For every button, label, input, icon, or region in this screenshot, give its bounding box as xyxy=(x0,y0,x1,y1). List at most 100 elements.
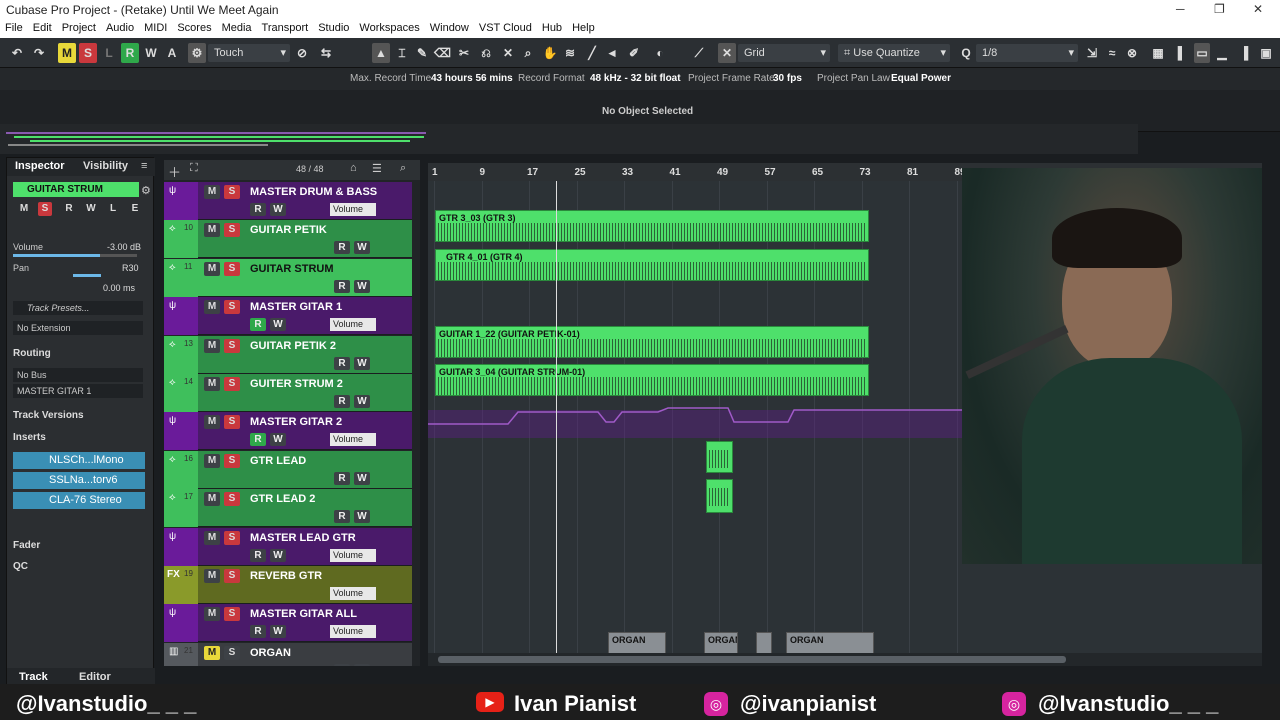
write-button[interactable]: W xyxy=(354,471,370,485)
snap-toggle-icon[interactable]: ⟋ xyxy=(690,43,708,63)
maximize-icon[interactable]: ❐ xyxy=(1214,2,1225,16)
lower-zone-icon[interactable]: ▁ xyxy=(1214,43,1230,63)
automation-parameter-field[interactable]: Volume xyxy=(330,318,376,332)
qc-section[interactable]: QC xyxy=(13,561,149,577)
read-button[interactable]: R xyxy=(334,471,350,485)
solo-button[interactable]: S xyxy=(224,338,240,353)
track-name[interactable]: GUITAR STRUM xyxy=(250,263,334,275)
edit-channel-icon[interactable]: ⚙ xyxy=(141,184,151,197)
solo-button[interactable]: S xyxy=(224,377,240,391)
menu-workspaces[interactable]: Workspaces xyxy=(354,20,424,38)
solo-button[interactable]: S xyxy=(224,607,240,622)
automation-parameter-field[interactable]: Volume xyxy=(330,548,376,562)
menu-project[interactable]: Project xyxy=(57,20,101,38)
menu-studio[interactable]: Studio xyxy=(313,20,354,38)
menu-vst-cloud[interactable]: VST Cloud xyxy=(474,20,537,38)
write-button[interactable]: W xyxy=(354,241,370,255)
mute-button[interactable]: M xyxy=(204,261,220,276)
inserts-section[interactable]: Inserts xyxy=(13,432,149,448)
mute-button[interactable]: M xyxy=(204,415,220,430)
automation-parameter-field[interactable]: Volume xyxy=(330,433,376,447)
range-tool-icon[interactable]: ⌶ xyxy=(394,43,410,63)
scrollbar-thumb[interactable] xyxy=(438,656,1066,663)
audio-clip[interactable]: GUITAR 1_22 (GUITAR PETIK-01) xyxy=(435,326,869,358)
write-button[interactable]: W xyxy=(354,395,370,408)
track-row[interactable]: ψ M S MASTER GITAR 1 R W Volume xyxy=(164,297,412,336)
read-button[interactable]: R xyxy=(334,663,350,666)
mute-button[interactable]: M xyxy=(204,569,220,583)
object-select-tool-icon[interactable]: ▲ xyxy=(372,43,390,63)
track-name[interactable]: GTR LEAD xyxy=(250,455,306,467)
track-row[interactable]: ψ M S MASTER GITAR 2 R W Volume xyxy=(164,412,412,451)
draw-tool-icon[interactable]: ✎ xyxy=(414,43,430,63)
menu-edit[interactable]: Edit xyxy=(28,20,57,38)
track-row[interactable]: 10 ⟡ M S GUITAR PETIK R W xyxy=(164,220,412,259)
audio-clip[interactable]: GUITAR 3_04 (GUITAR STRUM-01) xyxy=(435,364,869,396)
snap-type-select[interactable]: Grid ▾ xyxy=(738,44,830,62)
project-overview[interactable] xyxy=(0,124,1138,154)
automation-parameter-field[interactable]: Volume xyxy=(330,587,376,600)
volume-value[interactable]: -3.00 dB xyxy=(107,242,141,252)
inspector-zone-icon[interactable]: ▭ xyxy=(1194,43,1210,63)
color-tool-icon[interactable]: ✐ xyxy=(626,43,642,63)
write-button[interactable]: W xyxy=(270,318,286,332)
solo-button[interactable]: S xyxy=(224,185,240,199)
quantize-icon[interactable]: Q xyxy=(958,43,974,63)
settings-icon[interactable]: ⊗ xyxy=(1124,43,1140,63)
read-button[interactable]: R xyxy=(250,548,266,562)
menu-hub[interactable]: Hub xyxy=(537,20,567,38)
quantize-type-select[interactable]: ⌗ Use Quantize ▾ xyxy=(838,44,950,62)
left-zone-icon[interactable]: ▌ xyxy=(1174,43,1190,63)
close-icon[interactable]: ✕ xyxy=(1253,2,1263,16)
undo-icon[interactable]: ↶ xyxy=(8,43,26,63)
read-button[interactable]: R xyxy=(334,241,350,255)
redo-icon[interactable]: ↷ xyxy=(30,43,48,63)
track-row[interactable]: ψ M S MASTER LEAD GTR R W Volume xyxy=(164,527,412,566)
list-icon[interactable]: ☰ xyxy=(372,162,382,175)
menu-window[interactable]: Window xyxy=(425,20,474,38)
split-tool-icon[interactable]: ✂ xyxy=(456,43,472,63)
read-button[interactable]: R xyxy=(334,395,350,408)
mute-button[interactable]: M xyxy=(204,530,220,545)
read-button[interactable]: R xyxy=(334,510,350,524)
track-name[interactable]: GUITER STRUM 2 xyxy=(250,378,343,390)
frame-rate-value[interactable]: 30 fps xyxy=(773,73,802,84)
solo-button[interactable]: S xyxy=(224,492,240,507)
delay-value[interactable]: 0.00 ms xyxy=(103,283,135,293)
write-button[interactable]: W xyxy=(354,510,370,524)
menu-help[interactable]: Help xyxy=(567,20,600,38)
solo-button[interactable]: S xyxy=(224,645,240,660)
track-presets-field[interactable]: Track Presets... xyxy=(13,301,143,315)
swing-icon[interactable]: ≈ xyxy=(1104,43,1120,63)
solo-button[interactable]: S xyxy=(224,530,240,545)
quantize-value-select[interactable]: 1/8 ▾ xyxy=(976,44,1078,62)
mute-button[interactable]: M xyxy=(204,338,220,353)
tab-track[interactable]: Track xyxy=(19,671,48,683)
menu-media[interactable]: Media xyxy=(217,20,257,38)
track-row[interactable]: 13 ⟡ M S GUITAR PETIK 2 RW xyxy=(164,335,412,374)
track-name[interactable]: MASTER LEAD GTR xyxy=(250,532,356,544)
write-button[interactable]: W xyxy=(270,433,286,447)
iterative-quantize-icon[interactable]: ⇲ xyxy=(1084,43,1100,63)
mode-a-button[interactable]: A xyxy=(163,43,181,63)
insert-slot-2[interactable]: SSLNa...torv6 xyxy=(13,472,145,489)
solo-button[interactable]: S xyxy=(224,223,240,238)
insert-slot-3[interactable]: CLA-76 Stereo xyxy=(13,492,145,509)
track-name[interactable]: GUITAR PETIK xyxy=(250,224,327,236)
track-name[interactable]: GUITAR PETIK 2 xyxy=(250,340,336,352)
audio-clip[interactable] xyxy=(706,441,733,473)
inspector-read-button[interactable]: R xyxy=(62,202,76,216)
read-button[interactable]: R xyxy=(250,433,266,447)
horizontal-scrollbar[interactable] xyxy=(428,653,1262,666)
track-name[interactable]: MASTER GITAR 1 xyxy=(250,301,342,313)
track-name[interactable]: MASTER GITAR ALL xyxy=(250,608,357,620)
menu-audio[interactable]: Audio xyxy=(101,20,139,38)
menu-file[interactable]: File xyxy=(0,20,28,38)
track-row[interactable]: 14 ⟡ M S GUITER STRUM 2 RW xyxy=(164,374,412,412)
record-time-value[interactable]: 43 hours 56 mins xyxy=(431,73,513,84)
mute-button[interactable]: M xyxy=(204,492,220,507)
automation-parameter-field[interactable]: Volume xyxy=(330,203,376,216)
pan-law-value[interactable]: Equal Power xyxy=(891,73,951,84)
tab-inspector[interactable]: Inspector xyxy=(15,160,65,172)
inspector-edit-button[interactable]: E xyxy=(128,202,142,216)
